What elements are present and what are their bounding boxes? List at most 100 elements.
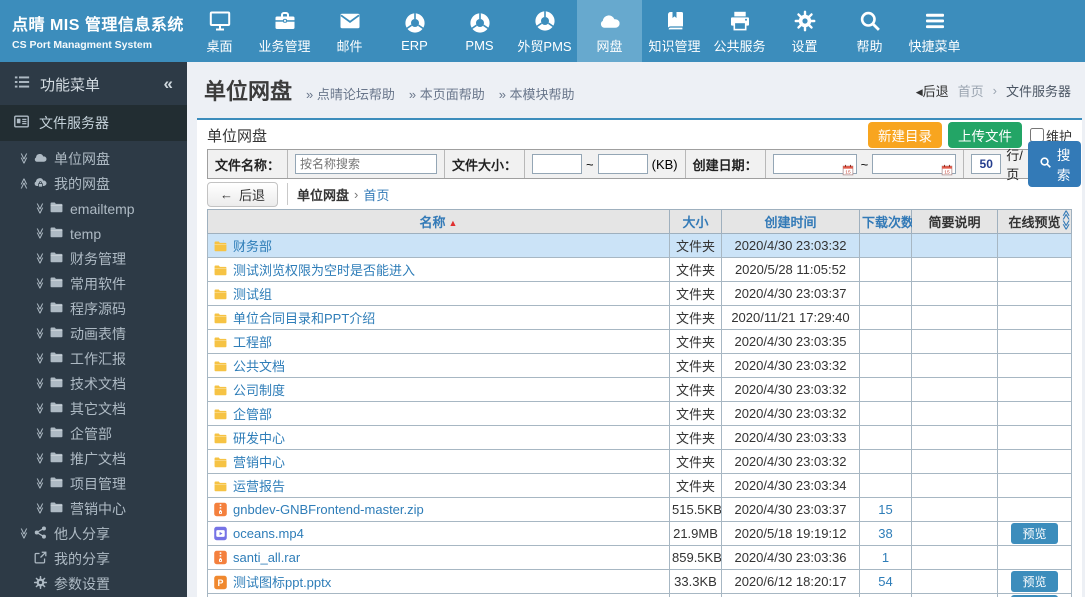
chevron-down-icon: ≫: [33, 402, 46, 415]
search-button[interactable]: 搜索: [1027, 141, 1082, 187]
column-header-downloads[interactable]: 下载次数: [859, 209, 914, 234]
sidebar-item-other-docs[interactable]: ≫ 其它文档: [0, 396, 187, 421]
new-directory-button[interactable]: 新建目录: [867, 122, 942, 148]
sidebar-item-file-server[interactable]: 文件服务器: [0, 105, 187, 141]
file-link[interactable]: 测试浏览权限为空时是否能进入: [233, 263, 415, 278]
sidebar-item-label: 技术文档: [70, 375, 126, 392]
folder-icon: [213, 455, 228, 470]
downloads-link[interactable]: 15: [878, 502, 892, 517]
name-cell: 如何快速视频演示.pdf: [207, 593, 670, 597]
downloads-link[interactable]: 54: [878, 574, 892, 589]
downloads-cell: [859, 305, 912, 330]
sidebar-item-temp[interactable]: ≫ temp: [0, 221, 187, 246]
sidebar-item-my-share[interactable]: 我的分享: [0, 546, 187, 571]
name-search-input[interactable]: [295, 154, 438, 174]
preview-button[interactable]: 预览: [1011, 571, 1058, 592]
sidebar-header: 功能菜单 «: [0, 62, 187, 105]
sidebar-item-finance-mgmt[interactable]: ≫ 财务管理: [0, 246, 187, 271]
sidebar-item-unit-disk[interactable]: ≫ 单位网盘: [0, 146, 187, 171]
topnav-item-erp[interactable]: ERP: [382, 0, 447, 62]
folder-icon: [49, 200, 64, 218]
topnav-item-netdisk[interactable]: 网盘: [577, 0, 642, 62]
column-header-created[interactable]: 创建时间: [721, 209, 860, 234]
help-link[interactable]: » 本模块帮助: [499, 84, 575, 103]
sidebar-collapse-button[interactable]: «: [164, 74, 173, 94]
file-link[interactable]: 测试图标ppt.pptx: [233, 575, 331, 590]
sidebar-item-common-software[interactable]: ≫ 常用软件: [0, 271, 187, 296]
app-logo[interactable]: 点晴 MIS 管理信息系统 CS Port Managment System: [0, 0, 187, 62]
breadcrumb-root[interactable]: 单位网盘: [297, 185, 349, 204]
sidebar-item-others-share[interactable]: ≫ 他人分享: [0, 521, 187, 546]
sidebar-item-qiguan-dept[interactable]: ≫ 企管部: [0, 421, 187, 446]
topnav-item-desktop[interactable]: 桌面: [187, 0, 252, 62]
sidebar-item-animations[interactable]: ≫ 动画表情: [0, 321, 187, 346]
sidebar-item-project-mgmt[interactable]: ≫ 项目管理: [0, 471, 187, 496]
date-from-input[interactable]: [772, 154, 857, 174]
gear-icon: [33, 575, 48, 593]
folder-icon: [49, 350, 64, 368]
topnav-item-mail[interactable]: 邮件: [317, 0, 382, 62]
topnav-item-trade-pms[interactable]: 外贸PMS: [512, 0, 577, 62]
column-scroll-icons[interactable]: ≪ ≫: [1060, 210, 1071, 230]
created-cell: 2020/4/30 23:03:35: [721, 329, 860, 354]
size-cell: 文件夹: [669, 377, 722, 402]
breadcrumb-home-link[interactable]: 首页: [363, 185, 389, 204]
file-link[interactable]: oceans.mp4: [233, 526, 304, 541]
downloads-cell: 1: [859, 545, 912, 570]
sidebar-item-emailtemp[interactable]: ≫ emailtemp: [0, 196, 187, 221]
file-link[interactable]: gnbdev-GNBFrontend-master.zip: [233, 502, 424, 517]
size-cell: 文件夹: [669, 305, 722, 330]
topnav-item-pms[interactable]: PMS: [447, 0, 512, 62]
file-link[interactable]: 公共文档: [233, 359, 285, 374]
preview-cell: [997, 281, 1072, 306]
sidebar-item-my-disk[interactable]: ≪ 我的网盘: [0, 171, 187, 196]
date-to-input[interactable]: [872, 154, 957, 174]
file-link[interactable]: 企管部: [233, 407, 272, 422]
file-link[interactable]: 财务部: [233, 239, 272, 254]
file-link[interactable]: 测试组: [233, 287, 272, 302]
size-cell: 859.5KB: [669, 545, 722, 570]
column-header-name[interactable]: 名称 ▲: [207, 209, 670, 234]
folder-icon: [49, 250, 64, 268]
maintain-checkbox[interactable]: [1029, 128, 1044, 142]
sidebar-item-work-report[interactable]: ≫ 工作汇报: [0, 346, 187, 371]
back-link[interactable]: ◀后退: [916, 81, 949, 100]
help-link[interactable]: » 本页面帮助: [409, 84, 485, 103]
preview-button[interactable]: 预览: [1011, 523, 1058, 544]
downloads-cell: [859, 449, 912, 474]
topnav-label: 快捷菜单: [908, 39, 961, 54]
chevron-down-icon: ≫: [33, 252, 46, 265]
file-link[interactable]: 运营报告: [233, 479, 285, 494]
topnav-item-public-service[interactable]: 公共服务: [707, 0, 772, 62]
column-header-size[interactable]: 大小: [669, 209, 722, 234]
help-link[interactable]: » 点晴论坛帮助: [306, 84, 395, 103]
file-link[interactable]: 公司制度: [233, 383, 285, 398]
file-link[interactable]: santi_all.rar: [233, 550, 300, 565]
file-link[interactable]: 单位合同目录和PPT介绍: [233, 311, 375, 326]
folder-icon: [49, 475, 64, 493]
topnav-item-help[interactable]: 帮助: [837, 0, 902, 62]
file-size-label: 文件大小：: [445, 150, 526, 178]
created-cell: 2020/11/21 17:29:40: [721, 305, 860, 330]
file-link[interactable]: 营销中心: [233, 455, 285, 470]
sidebar-item-marketing-center[interactable]: ≫ 营销中心: [0, 496, 187, 521]
topnav-item-knowledge-mgmt[interactable]: 知识管理: [642, 0, 707, 62]
sidebar-item-param-settings[interactable]: 参数设置: [0, 571, 187, 596]
file-link[interactable]: 研发中心: [233, 431, 285, 446]
home-link[interactable]: 首页: [958, 81, 984, 100]
size-cell: 33.3KB: [669, 569, 722, 594]
downloads-link[interactable]: 38: [878, 526, 892, 541]
sidebar-item-source-code[interactable]: ≫ 程序源码: [0, 296, 187, 321]
size-max-input[interactable]: [597, 154, 648, 174]
topnav-item-business-mgmt[interactable]: 业务管理: [252, 0, 317, 62]
downloads-link[interactable]: 1: [882, 550, 889, 565]
back-button[interactable]: ← 后退: [207, 181, 279, 207]
size-min-input[interactable]: [532, 154, 583, 174]
topnav-item-settings[interactable]: 设置: [772, 0, 837, 62]
sidebar-item-promo-docs[interactable]: ≫ 推广文档: [0, 446, 187, 471]
preview-cell: [997, 473, 1072, 498]
page-size-input[interactable]: [971, 154, 1002, 174]
file-link[interactable]: 工程部: [233, 335, 272, 350]
topnav-item-quick-menu[interactable]: 快捷菜单: [902, 0, 967, 62]
sidebar-item-tech-docs[interactable]: ≫ 技术文档: [0, 371, 187, 396]
